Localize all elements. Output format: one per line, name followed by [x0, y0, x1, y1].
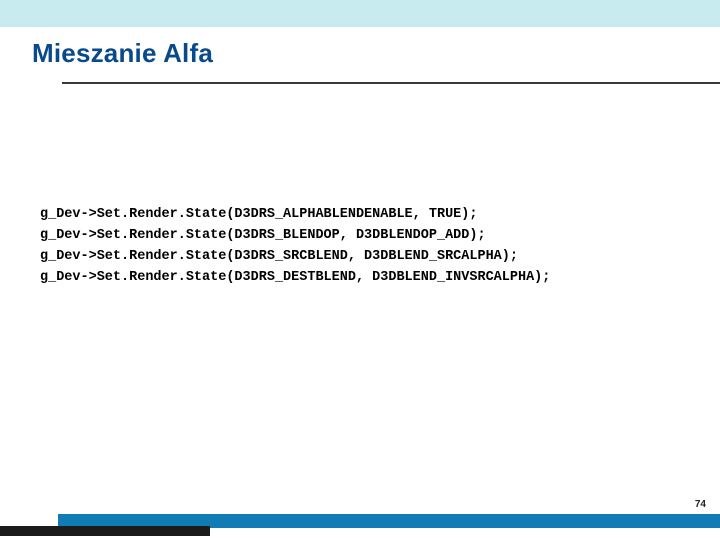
slide-title: Mieszanie Alfa [32, 38, 213, 69]
code-line: g_Dev->Set.Render.State(D3DRS_ALPHABLEND… [40, 207, 477, 222]
code-block: g_Dev->Set.Render.State(D3DRS_ALPHABLEND… [40, 205, 550, 289]
code-line: g_Dev->Set.Render.State(D3DRS_DESTBLEND,… [40, 270, 550, 285]
top-accent-band [0, 0, 720, 27]
page-number: 74 [695, 499, 706, 510]
code-line: g_Dev->Set.Render.State(D3DRS_SRCBLEND, … [40, 249, 518, 264]
code-line: g_Dev->Set.Render.State(D3DRS_BLENDOP, D… [40, 228, 486, 243]
slide: Mieszanie Alfa g_Dev->Set.Render.State(D… [0, 0, 720, 540]
title-underline [62, 82, 720, 84]
footer-bar-secondary [0, 526, 210, 536]
